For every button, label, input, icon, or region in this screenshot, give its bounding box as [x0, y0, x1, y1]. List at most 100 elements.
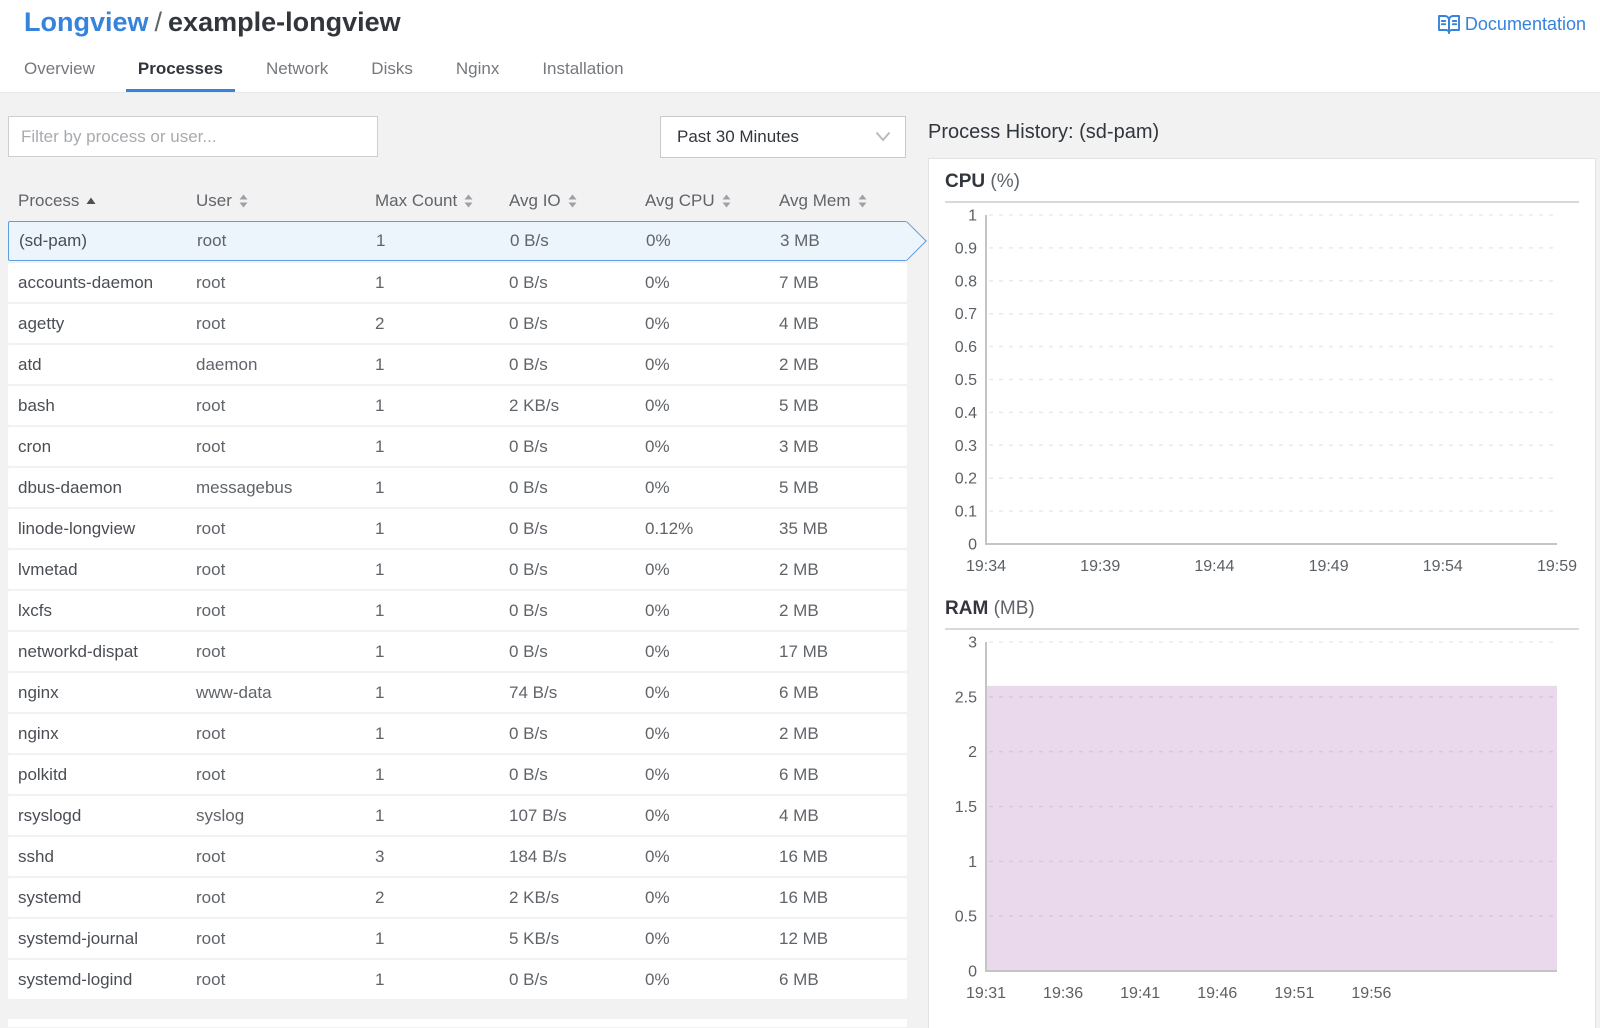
svg-text:0.1: 0.1	[955, 504, 977, 521]
table-row[interactable]: nginx root 1 0 B/s 0% 2 MB	[8, 714, 907, 753]
ram-chart: 3 2.5 2 1.5 1 0.5 0 19:31 19:36 19:41 19:46 19:51 19…	[945, 630, 1579, 1015]
cell-max-count: 1	[375, 764, 385, 784]
cell-avg-cpu: 0%	[645, 928, 670, 948]
svg-text:0: 0	[968, 537, 977, 554]
cell-avg-cpu: 0%	[645, 764, 670, 784]
tab-nginx[interactable]: Nginx	[444, 59, 511, 92]
cell-max-count: 1	[375, 600, 385, 620]
table-row[interactable]: nginx www-data 1 74 B/s 0% 6 MB	[8, 673, 907, 712]
svg-text:0.5: 0.5	[955, 372, 977, 389]
svg-text:19:36: 19:36	[1043, 985, 1083, 1002]
toolbar: Past 30 Minutes	[8, 116, 907, 158]
svg-text:0.6: 0.6	[955, 339, 977, 356]
table-row[interactable]: systemd root 2 2 KB/s 0% 16 MB	[8, 878, 907, 917]
cell-max-count: 2	[375, 313, 385, 333]
table-row[interactable]: cron root 1 0 B/s 0% 3 MB	[8, 427, 907, 466]
svg-text:19:54: 19:54	[1423, 558, 1463, 575]
cell-avg-mem: 4 MB	[779, 313, 819, 333]
page-header: Longview / example-longview Documentation …	[0, 0, 1600, 93]
ram-chart-svg: 3 2.5 2 1.5 1 0.5 0 19:31 19:36 19:41 19:46 19:51 19…	[955, 635, 1557, 1002]
cell-max-count: 1	[375, 272, 385, 292]
cell-user: root	[196, 723, 226, 743]
sort-both-icon	[239, 194, 248, 207]
cell-avg-mem: 2 MB	[779, 600, 819, 620]
tab-processes[interactable]: Processes	[126, 59, 235, 92]
table-row[interactable]: polkitd root 1 0 B/s 0% 6 MB	[8, 755, 907, 794]
cell-avg-io: 0 B/s	[509, 723, 548, 743]
column-label: Avg Mem	[779, 190, 851, 210]
cell-avg-mem: 4 MB	[779, 805, 819, 825]
cell-process: linode-longview	[18, 518, 136, 538]
svg-text:19:51: 19:51	[1274, 985, 1314, 1002]
cell-user: root	[196, 436, 226, 456]
table-row[interactable]: sshd root 3 184 B/s 0% 16 MB	[8, 837, 907, 876]
column-header-avg-mem[interactable]: Avg Mem	[779, 191, 907, 211]
table-row[interactable]: lvmetad root 1 0 B/s 0% 2 MB	[8, 550, 907, 589]
table-row[interactable]: accounts-daemon root 1 0 B/s 0% 7 MB	[8, 263, 907, 302]
column-header-process[interactable]: Process	[18, 191, 196, 211]
svg-text:0.3: 0.3	[955, 438, 977, 455]
tab-disks[interactable]: Disks	[359, 59, 425, 92]
cell-process: accounts-daemon	[18, 272, 154, 292]
chart-box: CPU (%) 1 0.9 0.8 0.7 0.6 0.5 0.4 0.3 0.2 0.1 0 19:…	[928, 158, 1596, 1028]
cell-process: lxcfs	[18, 600, 52, 620]
breadcrumb: Longview / example-longview	[24, 7, 401, 38]
cell-max-count: 1	[375, 395, 385, 415]
svg-text:3: 3	[968, 635, 977, 652]
cell-avg-io: 5 KB/s	[509, 928, 560, 948]
tab-installation[interactable]: Installation	[530, 59, 635, 92]
column-header-avg-io[interactable]: Avg IO	[509, 191, 645, 211]
tab-overview[interactable]: Overview	[12, 59, 107, 92]
table-header-row: Process User Max Count Avg IO Avg CPU Avg Mem	[8, 180, 907, 221]
cell-user: daemon	[196, 354, 258, 374]
time-range-select[interactable]: Past 30 Minutes	[660, 116, 906, 158]
cell-user: root	[196, 600, 226, 620]
cell-avg-cpu: 0.12%	[645, 518, 694, 538]
column-label: User	[196, 190, 232, 210]
breadcrumb-longview-link[interactable]: Longview	[24, 7, 149, 37]
table-row[interactable]: systemd-logind root 1 0 B/s 0% 6 MB	[8, 960, 907, 999]
breadcrumb-separator: /	[154, 7, 163, 37]
table-row[interactable]: lxcfs root 1 0 B/s 0% 2 MB	[8, 591, 907, 630]
table-row[interactable]: rsyslogd syslog 1 107 B/s 0% 4 MB	[8, 796, 907, 835]
table-row[interactable]: systemd-journal root 1 5 KB/s 0% 12 MB	[8, 919, 907, 958]
svg-text:0.5: 0.5	[955, 909, 977, 926]
time-range-value: Past 30 Minutes	[677, 127, 799, 146]
documentation-link[interactable]: Documentation	[1437, 12, 1586, 36]
table-row[interactable]: dbus-daemon messagebus 1 0 B/s 0% 5 MB	[8, 468, 907, 507]
cell-avg-io: 0 B/s	[509, 436, 548, 456]
chevron-down-icon	[875, 127, 891, 147]
page-title: example-longview	[168, 7, 401, 37]
cell-user: root	[196, 764, 226, 784]
table-row-selected[interactable]: (sd-pam) root 1 0 B/s 0% 3 MB	[8, 221, 927, 261]
column-header-max-count[interactable]: Max Count	[375, 191, 509, 211]
tab-network[interactable]: Network	[254, 59, 340, 92]
table-row[interactable]: agetty root 2 0 B/s 0% 4 MB	[8, 304, 907, 343]
table-body: (sd-pam) root 1 0 B/s 0% 3 MB accounts-daemon r…	[8, 221, 927, 999]
column-label: Process	[18, 190, 80, 210]
column-header-user[interactable]: User	[196, 191, 375, 211]
cell-max-count: 1	[375, 436, 385, 456]
svg-text:0.8: 0.8	[955, 273, 977, 290]
cell-user: root	[196, 272, 226, 292]
cpu-chart-header: CPU (%)	[945, 171, 1579, 203]
table-row[interactable]: atd daemon 1 0 B/s 0% 2 MB	[8, 345, 907, 384]
cell-avg-mem: 6 MB	[779, 969, 819, 989]
cell-avg-mem: 6 MB	[779, 682, 819, 702]
cell-user: root	[196, 559, 226, 579]
filter-input[interactable]	[8, 116, 378, 157]
documentation-label: Documentation	[1464, 13, 1586, 34]
column-header-avg-cpu[interactable]: Avg CPU	[645, 191, 779, 211]
table-row[interactable]: networkd-dispat root 1 0 B/s 0% 17 MB	[8, 632, 907, 671]
cell-avg-cpu: 0%	[645, 354, 670, 374]
svg-text:19:56: 19:56	[1351, 985, 1391, 1002]
table-row[interactable]: linode-longview root 1 0 B/s 0.12% 35 MB	[8, 509, 907, 548]
cell-avg-io: 0 B/s	[509, 969, 548, 989]
selected-row-arrow	[887, 221, 927, 261]
cell-user: root	[196, 313, 226, 333]
content: Past 30 Minutes Process User Max Count Avg …	[0, 93, 1600, 1028]
cell-avg-cpu: 0%	[645, 805, 670, 825]
cell-process: agetty	[18, 313, 65, 333]
table-row[interactable]: bash root 1 2 KB/s 0% 5 MB	[8, 386, 907, 425]
cell-avg-io: 0 B/s	[509, 641, 548, 661]
